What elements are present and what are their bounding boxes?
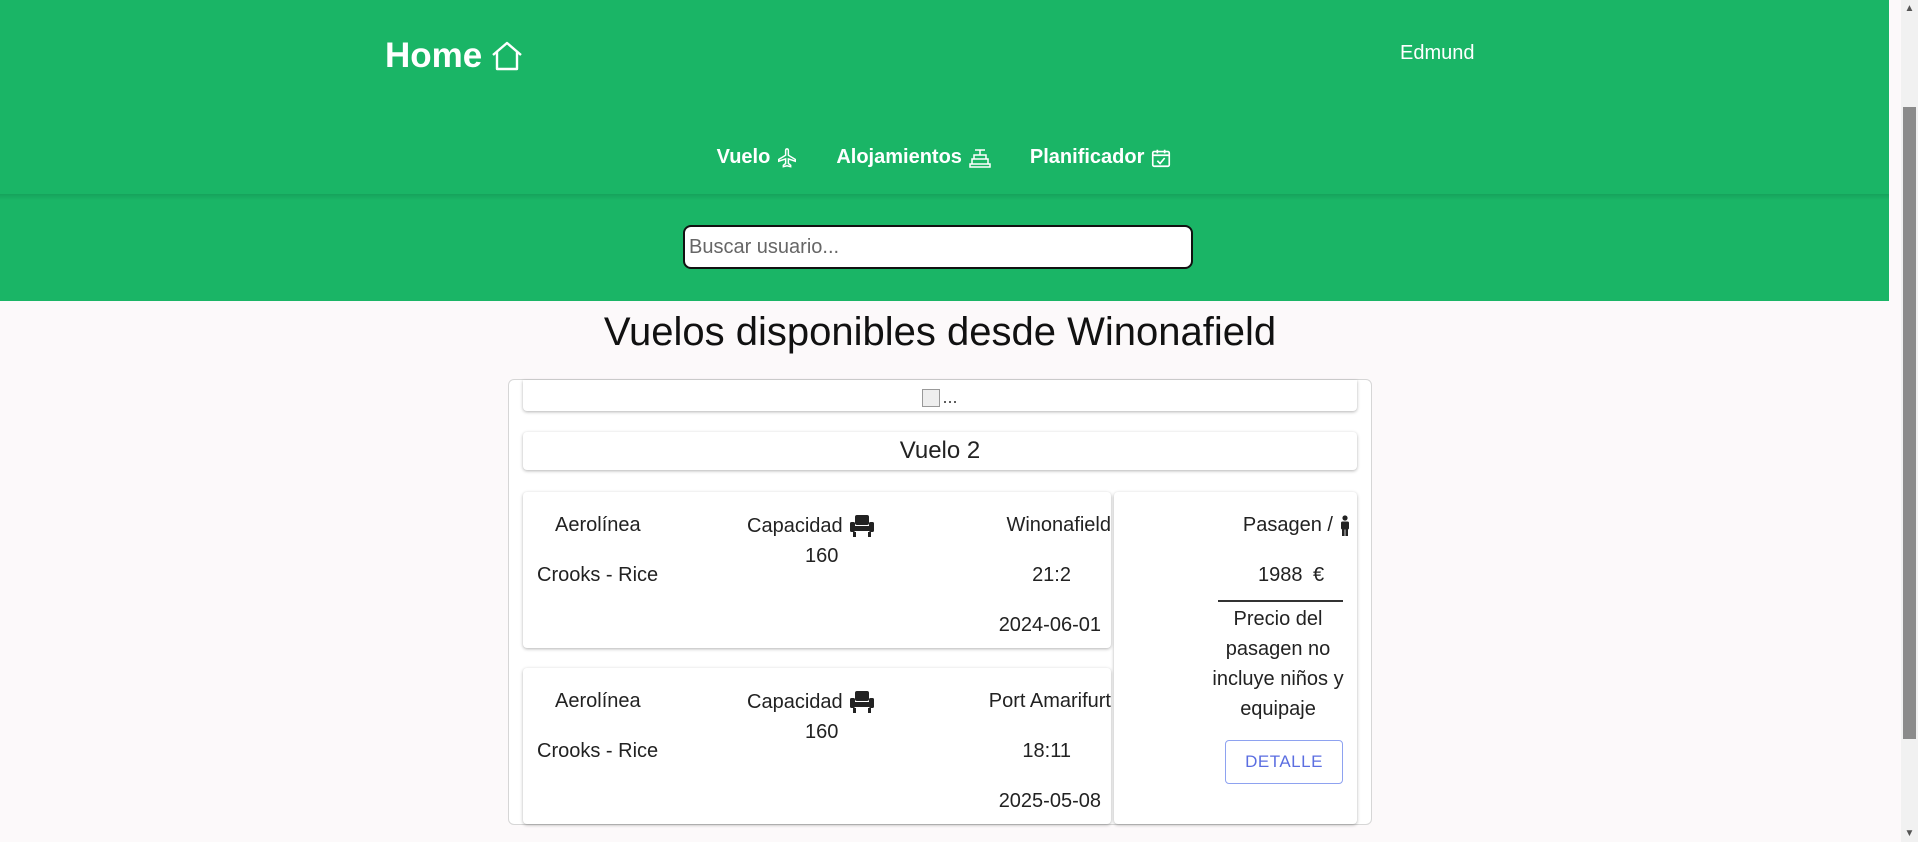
broken-image-icon xyxy=(922,389,941,408)
flight-card: ... Vuelo 2 Aerolínea Crooks - Rice Capa… xyxy=(508,379,1372,825)
arrival-date: 2025-05-08 xyxy=(998,790,1101,812)
nav-item-vuelo[interactable]: Vuelo xyxy=(717,146,799,169)
capacity-label: Capacidad xyxy=(747,514,875,538)
price-label: Pasagen / xyxy=(1243,514,1351,537)
city-name: Port Amarifurt xyxy=(988,690,1111,712)
nav-label: Alojamientos xyxy=(836,146,962,168)
house-icon xyxy=(492,41,523,71)
scroll-thumb[interactable] xyxy=(1903,107,1916,739)
calendar-check-icon xyxy=(1152,149,1171,167)
airplane-icon xyxy=(778,147,797,168)
home-link[interactable]: Home xyxy=(385,36,524,76)
city-name: Winonafield xyxy=(1006,514,1111,536)
seat-icon xyxy=(849,691,874,713)
price-currency: € xyxy=(1313,564,1325,586)
arrival-time: 18:11 xyxy=(1022,740,1071,762)
search-input[interactable] xyxy=(683,225,1193,269)
airline-label: Aerolínea xyxy=(555,690,641,712)
detail-button[interactable]: DETALLE xyxy=(1225,740,1343,784)
flight-image: ... xyxy=(523,380,1357,411)
departure-time: 21:2 xyxy=(1032,564,1071,586)
nav-item-alojamientos[interactable]: Alojamientos xyxy=(836,146,992,169)
price-panel: Pasagen / 1988 € Precio del pasagen no i… xyxy=(1114,492,1357,824)
flight-leg: Aerolínea Crooks - Rice Capacidad 160 Wi… xyxy=(523,492,1111,648)
flight-name: Vuelo 2 xyxy=(523,432,1357,470)
capacity-label-text: Capacidad xyxy=(747,690,843,713)
scroll-down-arrow[interactable]: ▼ xyxy=(1901,825,1918,842)
airline-label: Aerolínea xyxy=(555,514,641,536)
price-divider xyxy=(1218,600,1343,602)
airline-value: Crooks - Rice xyxy=(537,564,659,586)
capacity-value: 160 xyxy=(805,721,839,743)
page-scrollbar[interactable]: ▲ ▼ xyxy=(1901,0,1918,842)
price-note: Precio del pasagen no incluye niños y eq… xyxy=(1212,608,1344,720)
seat-icon xyxy=(849,515,874,537)
scroll-up-arrow[interactable]: ▲ xyxy=(1901,0,1918,17)
nav-item-planificador[interactable]: Planificador xyxy=(1030,146,1172,169)
page-title: Vuelos disponibles desde Winonafield xyxy=(603,310,1277,354)
hotel-icon xyxy=(969,148,991,168)
airline-value: Crooks - Rice xyxy=(537,740,659,762)
price-label-text: Pasagen / xyxy=(1242,514,1333,536)
image-alt-text: ... xyxy=(942,387,958,407)
user-menu[interactable]: Edmund xyxy=(1400,42,1475,65)
departure-date: 2024-06-01 xyxy=(998,614,1101,636)
nav-label: Vuelo xyxy=(716,146,771,168)
home-label: Home xyxy=(385,36,483,75)
capacity-value: 160 xyxy=(805,545,839,567)
price-value: 1988 xyxy=(1258,564,1303,586)
main-nav: Vuelo Alojamientos Planificador xyxy=(0,146,1889,169)
capacity-label-text: Capacidad xyxy=(747,514,843,537)
capacity-label: Capacidad xyxy=(747,690,875,714)
nav-divider xyxy=(0,194,1889,200)
person-icon xyxy=(1341,514,1349,536)
flight-leg: Aerolínea Crooks - Rice Capacidad 160 Po… xyxy=(523,668,1111,824)
nav-label: Planificador xyxy=(1029,146,1145,168)
